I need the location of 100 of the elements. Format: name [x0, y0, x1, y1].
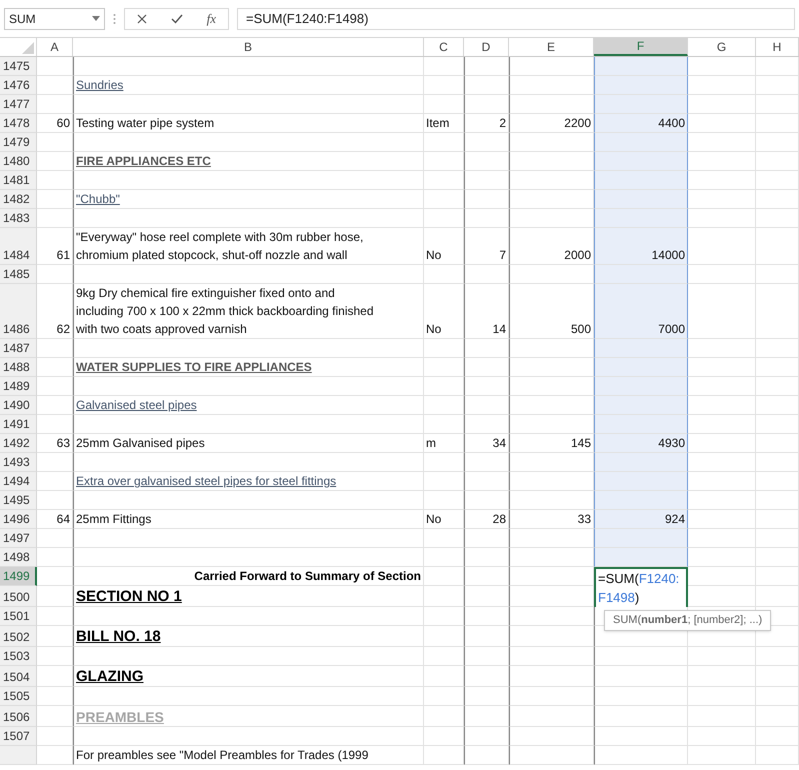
table-cell[interactable]: FIRE APPLIANCES ETC: [73, 152, 424, 171]
table-cell[interactable]: GLAZING: [73, 666, 424, 687]
table-cell[interactable]: Item: [424, 114, 464, 133]
table-cell[interactable]: [594, 171, 688, 190]
row-header[interactable]: 1496: [0, 510, 37, 529]
table-cell[interactable]: 14000: [594, 228, 688, 265]
table-cell[interactable]: [594, 76, 688, 95]
table-cell[interactable]: No: [424, 228, 464, 265]
column-header[interactable]: H: [756, 38, 799, 56]
row-header[interactable]: 1486: [0, 284, 37, 339]
table-cell[interactable]: [594, 209, 688, 228]
row-header[interactable]: 1502: [0, 626, 37, 647]
table-cell[interactable]: WATER SUPPLIES TO FIRE APPLIANCES: [73, 358, 424, 377]
row-header[interactable]: 1475: [0, 57, 37, 76]
table-cell[interactable]: 64: [37, 510, 73, 529]
column-header[interactable]: A: [37, 38, 73, 56]
table-cell[interactable]: 25mm Galvanised pipes: [73, 434, 424, 453]
table-cell[interactable]: Galvanised steel pipes: [73, 396, 424, 415]
table-cell[interactable]: [594, 265, 688, 284]
cancel-icon[interactable]: [136, 14, 147, 24]
table-cell[interactable]: For preambles see "Model Preambles for Trades (1999: [73, 746, 424, 765]
row-header[interactable]: 1476: [0, 76, 37, 95]
row-header[interactable]: 1500: [0, 586, 37, 607]
table-cell[interactable]: 7: [464, 228, 509, 265]
table-cell[interactable]: 7000: [594, 284, 688, 339]
table-cell[interactable]: [594, 491, 688, 510]
column-header[interactable]: D: [464, 38, 509, 56]
table-cell[interactable]: [594, 472, 688, 491]
table-cell[interactable]: 63: [37, 434, 73, 453]
row-header[interactable]: 1504: [0, 666, 37, 687]
table-cell[interactable]: Extra over galvanised steel pipes for steel fittings: [73, 472, 424, 491]
insert-function-button[interactable]: fx: [206, 8, 216, 28]
table-cell[interactable]: [594, 190, 688, 209]
row-header[interactable]: 1483: [0, 209, 37, 228]
table-cell[interactable]: [594, 57, 688, 76]
table-cell[interactable]: Carried Forward to Summary of Section: [73, 567, 424, 586]
cell-editor[interactable]: =SUM(F1240: F1498): [594, 567, 688, 607]
table-cell[interactable]: [594, 453, 688, 472]
table-cell[interactable]: [594, 133, 688, 152]
row-header[interactable]: 1487: [0, 339, 37, 358]
row-header[interactable]: 1499: [0, 567, 37, 586]
row-header[interactable]: 1501: [0, 607, 37, 626]
table-cell[interactable]: [594, 548, 688, 567]
table-cell[interactable]: "Everyway" hose reel complete with 30m rubber hose, chromium plated stopcock, shut-off nozzle and wall: [73, 228, 424, 265]
row-header[interactable]: 1506: [0, 706, 37, 727]
table-cell[interactable]: Testing water pipe system: [73, 114, 424, 133]
row-header[interactable]: 1479: [0, 133, 37, 152]
table-cell[interactable]: 4400: [594, 114, 688, 133]
row-header[interactable]: 1507: [0, 727, 37, 746]
table-cell[interactable]: 28: [464, 510, 509, 529]
row-header[interactable]: 1494: [0, 472, 37, 491]
row-header[interactable]: 1484: [0, 228, 37, 265]
row-header[interactable]: 1493: [0, 453, 37, 472]
table-cell[interactable]: 4930: [594, 434, 688, 453]
table-cell[interactable]: 25mm Fittings: [73, 510, 424, 529]
row-header[interactable]: 1485: [0, 265, 37, 284]
table-cell[interactable]: [594, 95, 688, 114]
row-header[interactable]: 1489: [0, 377, 37, 396]
row-header[interactable]: 1480: [0, 152, 37, 171]
table-cell[interactable]: [594, 415, 688, 434]
row-header[interactable]: 1477: [0, 95, 37, 114]
table-cell[interactable]: 34: [464, 434, 509, 453]
table-cell[interactable]: 60: [37, 114, 73, 133]
table-cell[interactable]: 61: [37, 228, 73, 265]
table-cell[interactable]: [594, 529, 688, 548]
table-cell[interactable]: m: [424, 434, 464, 453]
dropdown-caret-icon[interactable]: [92, 16, 100, 21]
row-header[interactable]: [0, 746, 37, 765]
select-all-triangle-icon[interactable]: [22, 42, 34, 54]
row-header[interactable]: 1490: [0, 396, 37, 415]
column-header[interactable]: C: [424, 38, 464, 56]
table-cell[interactable]: Sundries: [73, 76, 424, 95]
row-header[interactable]: 1492: [0, 434, 37, 453]
table-cell[interactable]: 2: [464, 114, 509, 133]
column-header[interactable]: G: [688, 38, 756, 56]
row-header[interactable]: 1491: [0, 415, 37, 434]
table-cell[interactable]: 62: [37, 284, 73, 339]
table-cell[interactable]: 14: [464, 284, 509, 339]
table-cell[interactable]: [594, 339, 688, 358]
table-cell[interactable]: [594, 396, 688, 415]
row-header[interactable]: 1505: [0, 687, 37, 706]
check-icon[interactable]: [170, 14, 183, 24]
table-cell[interactable]: [594, 358, 688, 377]
row-header[interactable]: 1495: [0, 491, 37, 510]
row-header[interactable]: 1481: [0, 171, 37, 190]
row-header[interactable]: 1488: [0, 358, 37, 377]
column-header[interactable]: F: [594, 38, 688, 56]
row-header[interactable]: 1482: [0, 190, 37, 209]
table-cell[interactable]: [594, 377, 688, 396]
table-cell[interactable]: "Chubb": [73, 190, 424, 209]
table-cell[interactable]: [594, 152, 688, 171]
row-header[interactable]: 1503: [0, 647, 37, 666]
row-header[interactable]: 1497: [0, 529, 37, 548]
row-header[interactable]: 1498: [0, 548, 37, 567]
table-cell[interactable]: 924: [594, 510, 688, 529]
table-cell[interactable]: No: [424, 284, 464, 339]
table-cell[interactable]: BILL NO. 18: [73, 626, 424, 647]
table-cell[interactable]: No: [424, 510, 464, 529]
name-box[interactable]: SUM: [4, 8, 105, 30]
column-header[interactable]: B: [73, 38, 424, 56]
